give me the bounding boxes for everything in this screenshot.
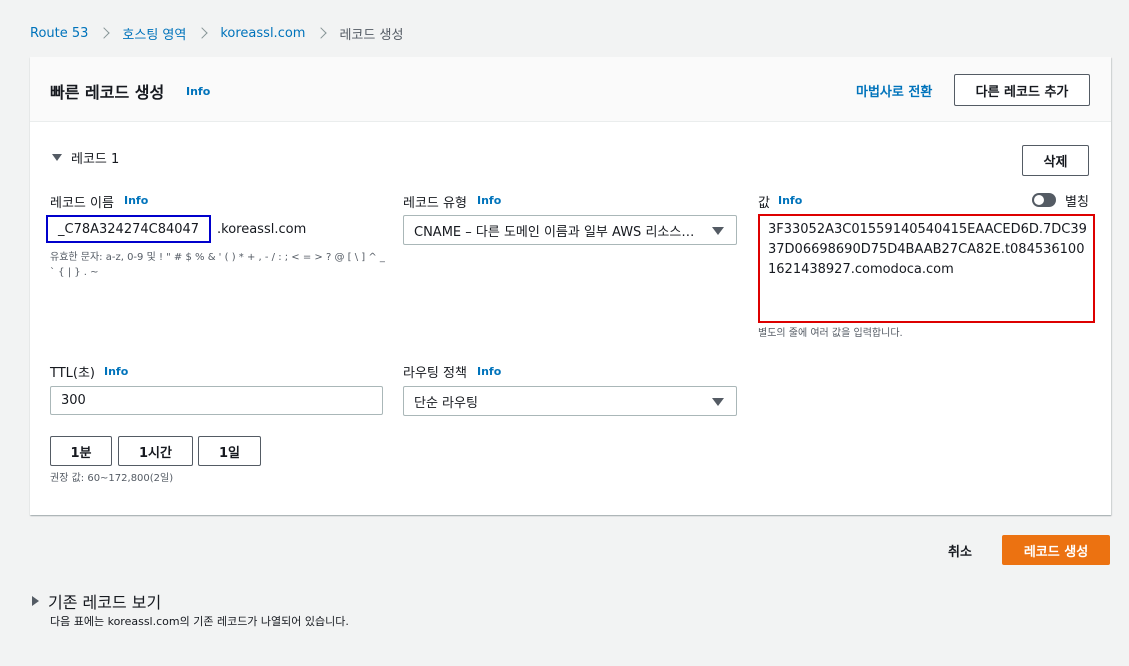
value-info-link[interactable]: Info bbox=[778, 194, 802, 207]
chevron-right-icon bbox=[315, 27, 328, 39]
value-hint: 별도의 줄에 여러 값을 입력합니다. bbox=[758, 328, 903, 339]
toggle-knob bbox=[1034, 195, 1044, 205]
delete-button[interactable]: 삭제 bbox=[1022, 145, 1089, 176]
caret-down-icon bbox=[52, 154, 62, 161]
page-title: 빠른 레코드 생성 bbox=[50, 83, 165, 102]
breadcrumb-hosted-zones[interactable]: 호스팅 영역 bbox=[122, 24, 186, 43]
existing-records-toggle[interactable]: 기존 레코드 보기 bbox=[32, 589, 161, 613]
record-type-info-link[interactable]: Info bbox=[477, 194, 501, 207]
routing-policy-label: 라우팅 정책 bbox=[403, 366, 467, 381]
value-text: 3F33052A3C01559140540415EAACED6D.7DC3937… bbox=[768, 222, 1087, 277]
ttl-1hour-button[interactable]: 1시간 bbox=[118, 436, 193, 466]
switch-to-wizard-link[interactable]: 마법사로 전환 bbox=[856, 81, 932, 100]
ttl-info-link[interactable]: Info bbox=[104, 365, 128, 378]
panel-header: 빠른 레코드 생성 Info 마법사로 전환 다른 레코드 추가 bbox=[30, 57, 1111, 122]
record-type-value: CNAME – 다른 도메인 이름과 일부 AWS 리소스로... bbox=[414, 224, 702, 240]
caret-down-icon bbox=[712, 398, 724, 406]
record-name-label: 레코드 이름 bbox=[50, 196, 114, 211]
breadcrumb-current: 레코드 생성 bbox=[339, 27, 404, 43]
cancel-button[interactable]: 취소 bbox=[948, 541, 972, 560]
record-name-suffix: .koreassl.com bbox=[217, 222, 307, 237]
routing-policy-select[interactable]: 단순 라우팅 bbox=[403, 386, 737, 416]
caret-down-icon bbox=[712, 227, 724, 235]
record-name-value: _C78A324274C84047 bbox=[58, 221, 200, 237]
record-section-toggle[interactable]: 레코드 1 bbox=[52, 148, 119, 167]
value-label: 값 bbox=[758, 196, 770, 211]
record-name-info-link[interactable]: Info bbox=[124, 194, 148, 207]
add-another-record-button[interactable]: 다른 레코드 추가 bbox=[954, 74, 1090, 106]
ttl-1day-button[interactable]: 1일 bbox=[198, 436, 261, 466]
breadcrumb-route53[interactable]: Route 53 bbox=[30, 26, 88, 41]
chevron-right-icon bbox=[196, 27, 209, 39]
alias-toggle[interactable] bbox=[1032, 193, 1056, 207]
title-info-link[interactable]: Info bbox=[186, 85, 210, 98]
create-record-button[interactable]: 레코드 생성 bbox=[1002, 535, 1110, 565]
ttl-1min-button[interactable]: 1분 bbox=[50, 436, 112, 466]
record-name-hint: 유효한 문자: a-z, 0-9 및 ! " # $ % & ' ( ) * +… bbox=[50, 252, 385, 278]
record-section-label: 레코드 1 bbox=[71, 152, 120, 167]
record-type-label: 레코드 유형 bbox=[403, 196, 467, 211]
existing-records-title: 기존 레코드 보기 bbox=[48, 593, 162, 612]
ttl-label: TTL(초) bbox=[50, 366, 95, 381]
existing-records-desc: 다음 표에는 koreassl.com의 기존 레코드가 나열되어 있습니다. bbox=[50, 615, 349, 628]
quick-create-panel: 빠른 레코드 생성 Info 마법사로 전환 다른 레코드 추가 레코드 1 삭… bbox=[30, 57, 1111, 515]
caret-right-icon bbox=[32, 596, 39, 606]
breadcrumb: Route 53 호스팅 영역 koreassl.com 레코드 생성 bbox=[30, 24, 404, 43]
ttl-value: 300 bbox=[61, 393, 86, 408]
routing-policy-value: 단순 라우팅 bbox=[414, 395, 478, 411]
breadcrumb-domain[interactable]: koreassl.com bbox=[220, 26, 305, 41]
record-type-select[interactable]: CNAME – 다른 도메인 이름과 일부 AWS 리소스로... bbox=[403, 215, 737, 245]
alias-label: 별칭 bbox=[1065, 195, 1089, 210]
routing-policy-info-link[interactable]: Info bbox=[477, 365, 501, 378]
record-name-input[interactable]: _C78A324274C84047 bbox=[46, 215, 211, 243]
chevron-right-icon bbox=[98, 27, 111, 39]
value-textarea[interactable]: 3F33052A3C01559140540415EAACED6D.7DC3937… bbox=[758, 214, 1095, 323]
ttl-input[interactable]: 300 bbox=[50, 386, 383, 415]
ttl-hint: 권장 값: 60~172,800(2일) bbox=[50, 473, 174, 484]
